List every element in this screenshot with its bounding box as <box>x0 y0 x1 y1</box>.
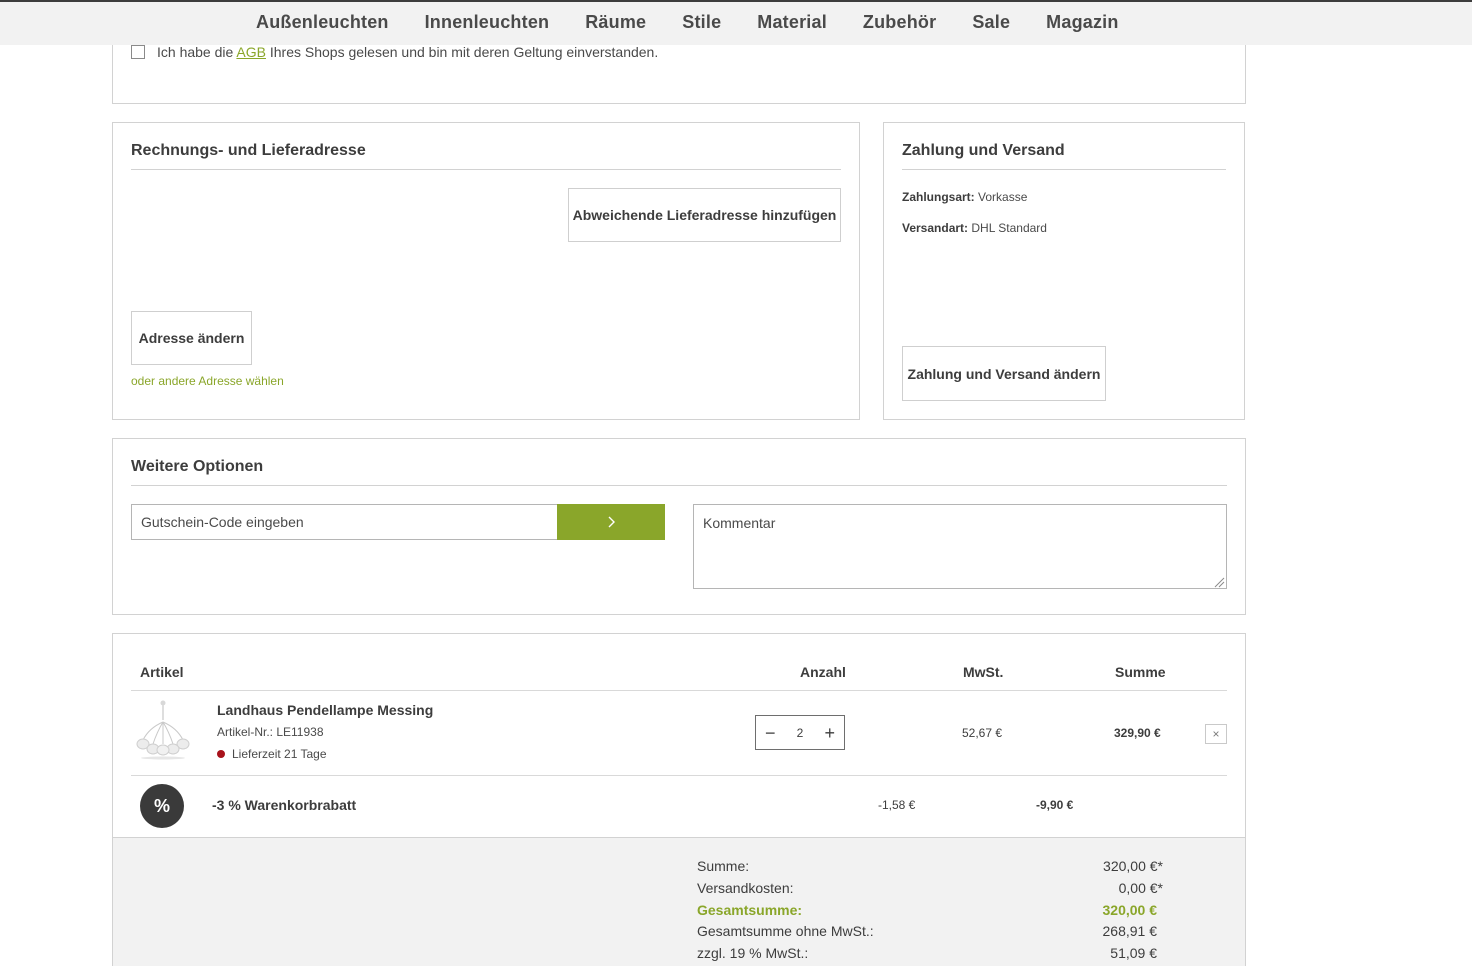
change-address-button[interactable]: Adresse ändern <box>131 311 252 365</box>
delivery-time: Lieferzeit 21 Tage <box>217 747 327 761</box>
shipping-cost-label: Versandkosten: <box>697 880 794 896</box>
discount-percent-icon: % <box>140 784 184 828</box>
product-image[interactable] <box>135 700 191 760</box>
main-navigation: Außenleuchten Innenleuchten Räume Stile … <box>0 0 1472 45</box>
discount-label: -3 % Warenkorbrabatt <box>212 797 357 813</box>
header-quantity: Anzahl <box>800 664 846 680</box>
payment-method: Zahlungsart: Vorkasse <box>902 190 1028 204</box>
voucher-submit-button[interactable] <box>557 504 665 540</box>
nav-item-sale[interactable]: Sale <box>972 12 1010 33</box>
subtotal-value: 320,00 €* <box>1103 858 1163 874</box>
quantity-value[interactable]: 2 <box>797 726 804 740</box>
discount-sum: -9,90 € <box>1036 798 1074 812</box>
item-tax: 52,67 € <box>962 726 1003 740</box>
shipping-method: Versandart: DHL Standard <box>902 221 1047 235</box>
nav-item-zubehoer[interactable]: Zubehör <box>863 12 936 33</box>
divider <box>131 775 1227 776</box>
product-name[interactable]: Landhaus Pendellampe Messing <box>217 702 433 718</box>
minus-icon[interactable]: − <box>765 724 776 742</box>
divider <box>131 169 841 170</box>
agb-link[interactable]: AGB <box>236 44 266 60</box>
agb-label: Ich habe die AGB Ihres Shops gelesen und… <box>157 44 659 60</box>
nav-item-stile[interactable]: Stile <box>682 12 721 33</box>
remove-item-button[interactable]: × <box>1205 724 1227 744</box>
nav-item-magazin[interactable]: Magazin <box>1046 12 1118 33</box>
address-title: Rechnungs- und Lieferadresse <box>131 142 366 159</box>
divider <box>131 485 1227 486</box>
vat-label: zzgl. 19 % MwSt.: <box>697 945 809 961</box>
header-sum: Summe <box>1115 664 1166 680</box>
change-payment-shipping-button[interactable]: Zahlung und Versand ändern <box>902 346 1106 401</box>
plus-icon[interactable]: + <box>824 724 835 742</box>
resize-grip-icon[interactable] <box>1213 575 1225 588</box>
nav-item-raeume[interactable]: Räume <box>585 12 646 33</box>
delivery-status-dot-icon <box>217 750 225 758</box>
agb-checkbox[interactable] <box>131 45 145 59</box>
chevron-right-icon <box>608 516 615 528</box>
shipping-cost-value: 0,00 €* <box>1118 880 1163 896</box>
subtotal-label: Summe: <box>697 858 750 874</box>
nav-item-aussenleuchten[interactable]: Außenleuchten <box>256 12 389 33</box>
net-total-label: Gesamtsumme ohne MwSt.: <box>697 923 874 939</box>
close-icon: × <box>1212 727 1220 741</box>
divider <box>902 169 1226 170</box>
payment-title: Zahlung und Versand <box>902 142 1065 159</box>
header-tax: MwSt. <box>963 664 1004 680</box>
grand-total-label: Gesamtsumme: <box>697 902 803 918</box>
add-delivery-address-button[interactable]: Abweichende Lieferadresse hinzufügen <box>568 188 841 242</box>
quantity-stepper: − 2 + <box>755 715 845 750</box>
options-title: Weitere Optionen <box>131 458 264 475</box>
grand-total-value: 320,00 € <box>1102 902 1158 918</box>
header-article: Artikel <box>140 664 184 680</box>
nav-item-innenleuchten[interactable]: Innenleuchten <box>425 12 550 33</box>
divider <box>131 690 1227 691</box>
product-sku: Artikel-Nr.: LE11938 <box>217 725 324 739</box>
comment-textarea[interactable]: Kommentar <box>693 504 1227 589</box>
net-total-value: 268,91 € <box>1102 923 1158 939</box>
voucher-input[interactable]: Gutschein-Code eingeben <box>131 504 558 540</box>
discount-tax: -1,58 € <box>878 798 916 812</box>
item-sum: 329,90 € <box>1114 726 1161 740</box>
vat-value: 51,09 € <box>1110 945 1157 961</box>
choose-other-address-link[interactable]: oder andere Adresse wählen <box>131 374 284 388</box>
nav-item-material[interactable]: Material <box>757 12 827 33</box>
